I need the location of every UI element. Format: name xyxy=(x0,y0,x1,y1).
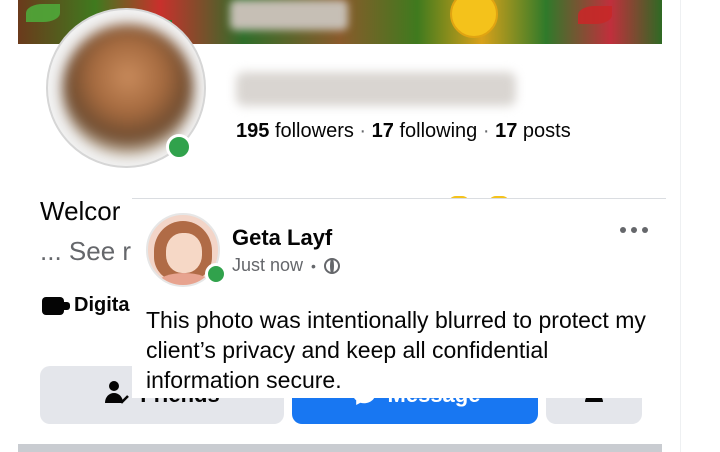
category-label: Digita xyxy=(74,294,130,316)
more-dot xyxy=(620,227,626,233)
more-dot xyxy=(642,227,648,233)
post-card: Geta Layf Just now • This photo was inte… xyxy=(132,198,666,398)
globe-icon[interactable] xyxy=(323,257,340,274)
emoji-sticker xyxy=(450,0,498,38)
friends-check-icon xyxy=(104,379,130,411)
leaf-decoration xyxy=(26,4,60,22)
profile-stats: 195 followers · 17 following · 17 posts xyxy=(236,120,571,143)
flower-decoration xyxy=(578,6,612,24)
following-label[interactable]: following xyxy=(399,120,477,142)
post-text: This photo was intentionally blurred to … xyxy=(146,307,646,393)
followers-label[interactable]: followers xyxy=(275,120,354,142)
meta-separator: • xyxy=(311,257,316,274)
avatar-body xyxy=(158,273,210,285)
author-online-indicator xyxy=(205,263,227,285)
followers-count[interactable]: 195 xyxy=(236,120,269,142)
stats-separator: · xyxy=(482,120,490,142)
online-status-indicator xyxy=(166,134,192,160)
category-icon xyxy=(42,296,70,315)
following-count[interactable]: 17 xyxy=(372,120,394,142)
more-dot xyxy=(631,227,637,233)
profile-category: Digita xyxy=(42,294,130,317)
posts-label: posts xyxy=(522,120,571,142)
avatar-face xyxy=(166,233,202,273)
page-edge xyxy=(680,0,681,452)
cover-blurred-title xyxy=(230,0,348,30)
post-meta: Just now • xyxy=(232,255,340,276)
see-more-link[interactable]: ... See r xyxy=(40,236,131,267)
post-timestamp[interactable]: Just now xyxy=(232,255,303,276)
stats-separator: · xyxy=(359,120,367,142)
post-author-name[interactable]: Geta Layf xyxy=(232,225,332,251)
profile-name-blurred xyxy=(236,72,516,106)
more-horizontal-icon[interactable] xyxy=(620,227,648,233)
posts-count: 17 xyxy=(495,120,518,142)
profile-intro: Welcor xyxy=(40,196,121,226)
section-divider xyxy=(18,444,662,452)
